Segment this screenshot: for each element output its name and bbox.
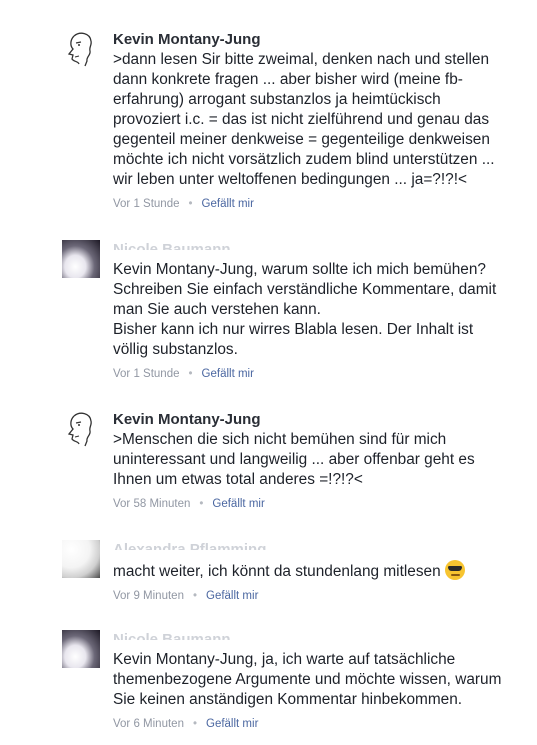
comment-text: macht weiter, ich könnt da stundenlang m… [113, 563, 441, 580]
comment-author[interactable]: Nicole Baumann [113, 240, 521, 250]
avatar[interactable] [62, 630, 100, 668]
meta-separator: • [192, 718, 197, 730]
like-link[interactable]: Gefällt mir [202, 368, 254, 380]
comment-author[interactable]: Kevin Montany-Jung [113, 30, 521, 50]
sunglasses-emoji-icon [444, 560, 465, 580]
comment-meta: Vor 9 Minuten • Gefällt mir [113, 588, 521, 604]
comment-author[interactable]: Alexandra Pflamming [113, 540, 521, 550]
avatar[interactable] [62, 240, 100, 278]
comment-meta: Vor 1 Stunde • Gefällt mir [113, 196, 521, 212]
like-link[interactable]: Gefällt mir [202, 198, 254, 210]
comment-text: Kevin Montany-Jung, ja, ich warte auf ta… [113, 651, 502, 708]
comment-text: Kevin Montany-Jung, warum sollte ich mic… [113, 261, 497, 358]
comment-meta: Vor 1 Stunde • Gefällt mir [113, 366, 521, 382]
avatar[interactable] [62, 540, 100, 578]
comment-author[interactable]: Kevin Montany-Jung [113, 410, 521, 430]
like-link[interactable]: Gefällt mir [206, 718, 258, 730]
comment-timestamp[interactable]: Vor 1 Stunde [113, 198, 180, 210]
meta-separator: • [192, 590, 197, 602]
sketch-face-icon [67, 32, 92, 67]
comment-timestamp[interactable]: Vor 1 Stunde [113, 368, 180, 380]
comment-text: >Menschen die sich nicht bemühen sind fü… [113, 431, 475, 488]
like-link[interactable]: Gefällt mir [206, 590, 258, 602]
comment-text: >dann lesen Sir bitte zweimal, denken na… [113, 51, 495, 188]
meta-separator: • [188, 198, 193, 210]
like-link[interactable]: Gefällt mir [212, 498, 264, 510]
meta-separator: • [199, 498, 204, 510]
comment-timestamp[interactable]: Vor 58 Minuten [113, 498, 190, 510]
comment-author[interactable]: Nicole Baumann [113, 630, 521, 640]
comment-meta: Vor 6 Minuten • Gefällt mir [113, 716, 521, 732]
comment-meta: Vor 58 Minuten • Gefällt mir [113, 496, 521, 512]
sketch-face-icon [67, 412, 92, 447]
avatar[interactable] [62, 410, 100, 448]
comment-text-row: macht weiter, ich könnt da stundenlang m… [113, 560, 521, 582]
meta-separator: • [188, 368, 193, 380]
comment-timestamp[interactable]: Vor 9 Minuten [113, 590, 184, 602]
comment-timestamp[interactable]: Vor 6 Minuten [113, 718, 184, 730]
avatar[interactable] [62, 30, 100, 68]
